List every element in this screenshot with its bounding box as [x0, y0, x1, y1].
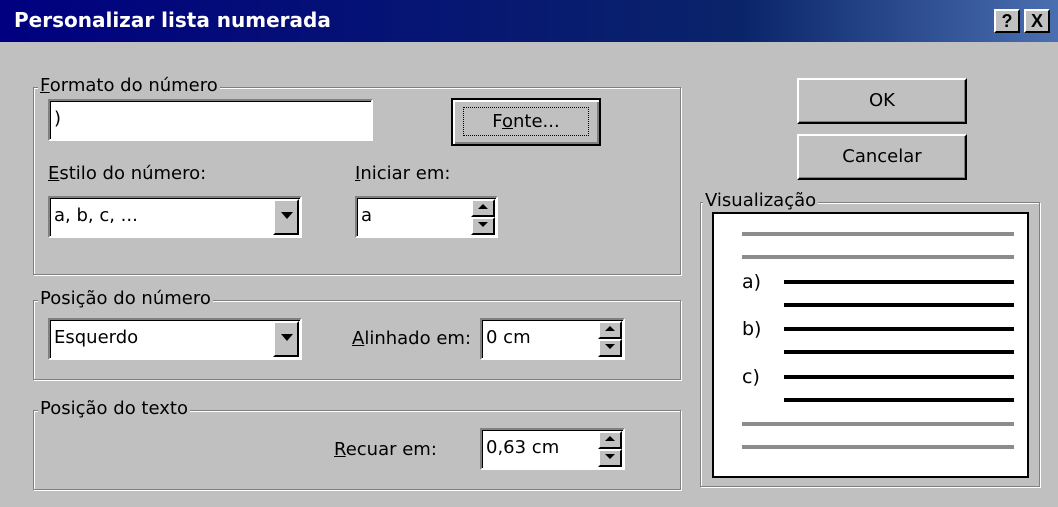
preview-item-label: b): [742, 318, 762, 340]
start-at-label: Iniciar em:: [355, 163, 451, 184]
aligned-at-value: 0 cm: [486, 327, 531, 348]
preview-line: [784, 375, 1014, 379]
preview-line: [784, 327, 1014, 331]
help-button[interactable]: ?: [994, 9, 1020, 33]
start-at-spin-buttons[interactable]: [471, 199, 495, 235]
start-at-value: a: [361, 205, 373, 226]
spin-up-icon[interactable]: [598, 321, 622, 339]
spin-up-icon[interactable]: [471, 199, 495, 217]
indent-at-spinner[interactable]: 0,63 cm: [480, 428, 625, 470]
font-button-label: Fonte...: [463, 107, 589, 136]
indent-at-spin-buttons[interactable]: [598, 431, 622, 467]
aligned-at-spin-buttons[interactable]: [598, 321, 622, 357]
spin-down-icon[interactable]: [471, 217, 495, 235]
preview-line: [742, 445, 1014, 449]
number-alignment-select[interactable]: Esquerdo: [48, 318, 302, 360]
font-button[interactable]: Fonte...: [451, 98, 601, 146]
spin-up-icon[interactable]: [598, 431, 622, 449]
close-button[interactable]: X: [1024, 9, 1050, 33]
aligned-at-label: Alinhado em:: [352, 328, 472, 349]
number-style-value: a, b, c, ...: [54, 205, 138, 226]
preview-item-label: a): [742, 271, 762, 293]
title-bar: Personalizar lista numerada ? X: [0, 0, 1058, 42]
preview-line: [742, 255, 1014, 259]
preview-line: [784, 303, 1014, 307]
aligned-at-spinner[interactable]: 0 cm: [480, 318, 625, 360]
number-format-group-label: Formato do número: [38, 75, 220, 96]
indent-at-label: Recuar em:: [334, 439, 437, 460]
preview-line: [784, 280, 1014, 284]
number-format-input[interactable]: ): [48, 99, 373, 141]
text-position-group-label: Posição do texto: [38, 398, 190, 419]
start-at-spinner[interactable]: a: [355, 196, 498, 238]
spin-down-icon[interactable]: [598, 449, 622, 467]
preview-line: [784, 398, 1014, 402]
preview-pane: a) b) c): [712, 212, 1029, 478]
number-style-select[interactable]: a, b, c, ...: [48, 196, 302, 238]
number-alignment-dropdown-icon[interactable]: [273, 321, 299, 357]
cancel-button[interactable]: Cancelar: [797, 134, 967, 180]
number-format-value: ): [54, 108, 62, 129]
number-alignment-value: Esquerdo: [54, 327, 139, 348]
preview-line: [742, 422, 1014, 426]
number-style-label: Estilo do número:: [48, 163, 207, 184]
preview-group-label: Visualização: [703, 190, 819, 211]
number-position-group-label: Posição do número: [38, 288, 213, 309]
spin-down-icon[interactable]: [598, 339, 622, 357]
preview-line: [784, 350, 1014, 354]
preview-line: [742, 232, 1014, 236]
ok-button[interactable]: OK: [797, 78, 967, 124]
number-style-dropdown-icon[interactable]: [273, 199, 299, 235]
preview-item-label: c): [742, 366, 760, 388]
window-title: Personalizar lista numerada: [14, 8, 331, 32]
indent-at-value: 0,63 cm: [486, 437, 560, 458]
